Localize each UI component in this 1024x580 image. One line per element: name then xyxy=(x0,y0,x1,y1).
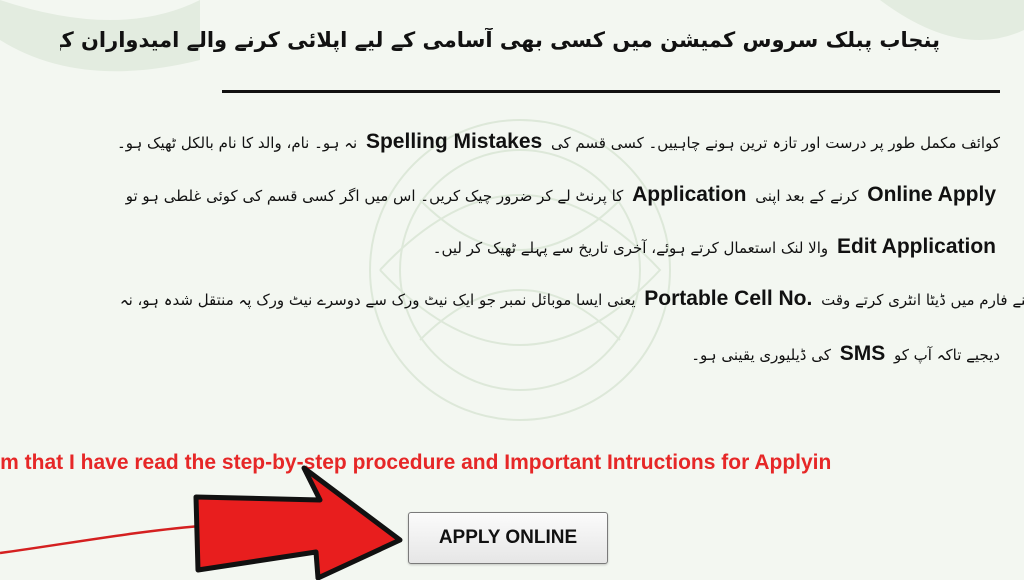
instruction-text: اپنے فارم میں ڈیٹا انٹری کرتے وقت xyxy=(821,291,1024,309)
instruction-text: دیجیے تاکہ آپ کو xyxy=(893,346,1000,364)
instruction-english-term: Spelling Mistakes xyxy=(365,130,543,153)
instruction-text: نہ ہو۔ نام، والد کا نام بالکل ٹھیک ہو۔ xyxy=(116,134,358,152)
instruction-line-5: دیجیے تاکہ آپ کو SMS کی ڈیلیوری یقینی ہو… xyxy=(691,338,1000,371)
instruction-english-term: Portable Cell No. xyxy=(644,287,813,310)
instruction-text: والا لنک استعمال کرتے ہوئے، آخری تاریخ س… xyxy=(432,239,829,257)
heading-divider xyxy=(222,90,1000,93)
instruction-english-term: SMS xyxy=(839,342,886,365)
red-underline-stroke xyxy=(0,523,301,555)
confirmation-statement: rm that I have read the step-by-step pro… xyxy=(0,451,1024,475)
instruction-english-term: Edit Application xyxy=(836,235,996,258)
instruction-line-4: اپنے فارم میں ڈیٹا انٹری کرتے وقت Portab… xyxy=(120,283,1024,316)
instruction-line-2: Online Apply کرنے کے بعد اپنی Applicatio… xyxy=(126,179,1000,212)
apply-online-button[interactable]: APPLY ONLINE xyxy=(408,512,608,564)
instruction-english-term: Application xyxy=(632,183,747,206)
page-heading: پنجاب پبلک سروس کمیشن میں کسی بھی آسامی … xyxy=(60,28,940,52)
instruction-text: کوائف مکمل طور پر درست اور تازہ ترین ہون… xyxy=(550,134,1000,152)
instruction-text: یعنی ایسا موبائل نمبر جو ایک نیٹ ورک سے … xyxy=(119,291,636,309)
instruction-line-3: Edit Application والا لنک استعمال کرتے ہ… xyxy=(433,231,1000,264)
confirmation-text: rm that I have read the step-by-step pro… xyxy=(0,451,832,474)
instruction-text: کا پرنٹ لے کر ضرور چیک کریں۔ اس میں اگر … xyxy=(125,187,624,205)
instruction-text: کرنے کے بعد اپنی xyxy=(755,187,859,205)
instruction-text: کی ڈیلیوری یقینی ہو۔ xyxy=(691,346,831,364)
instruction-english-term: Online Apply xyxy=(867,183,996,206)
instruction-line-1: کوائف مکمل طور پر درست اور تازہ ترین ہون… xyxy=(117,126,1000,159)
red-arrow-icon xyxy=(193,465,403,580)
